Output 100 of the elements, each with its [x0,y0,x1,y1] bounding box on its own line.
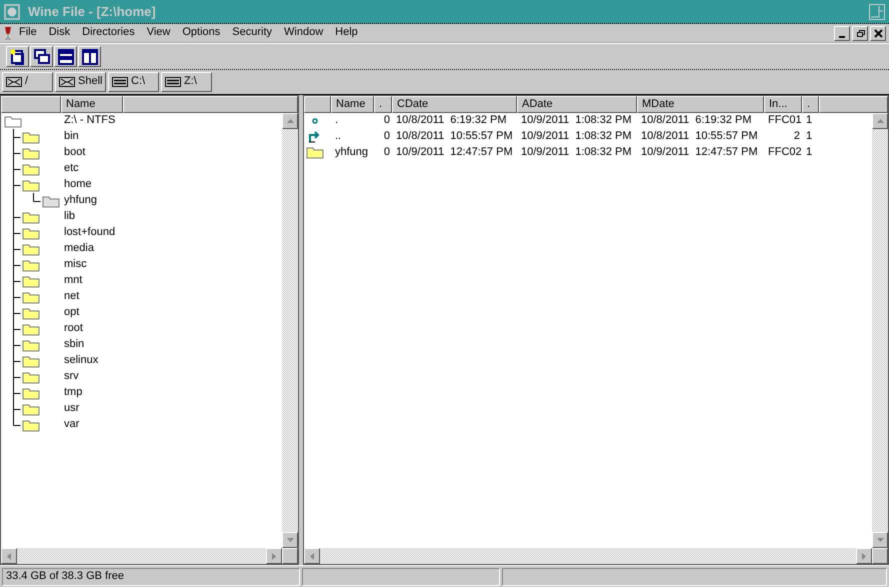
tree-line [13,145,22,161]
table-cell-text: 10/9/2011 1:08:32 PM [520,114,632,128]
tile-vertical-button[interactable] [78,46,101,67]
tree-line [13,273,22,289]
menu-item[interactable]: Disk [42,26,76,40]
tree-item[interactable]: usr [64,402,80,416]
folder-icon [22,338,40,352]
tree-item[interactable]: net [64,290,80,304]
new-window-button[interactable] [6,46,29,67]
table-cell-text: . [334,114,340,128]
wine-glass-icon [3,25,13,41]
tree-item[interactable]: yhfung [64,194,98,208]
tree-line [13,385,22,401]
table-cell-text: 10/8/2011 6:19:32 PM [640,114,752,128]
scroll-right-button[interactable] [856,548,872,564]
right-arrow-icon [272,552,276,560]
minimize-button[interactable] [834,26,850,40]
menu-item[interactable]: View [140,26,176,40]
tree-line [13,225,22,241]
column-header[interactable]: ADate [517,96,637,113]
tree-item[interactable]: srv [64,370,79,384]
drive-button[interactable]: Z:\ [161,72,212,92]
right-arrow-icon [862,552,866,560]
status-text: 33.4 GB of 38.3 GB free [2,568,300,586]
dot-icon [312,118,318,124]
close-button[interactable] [870,26,886,40]
table-cell-text: yhfung [334,146,370,160]
folder-icon [22,274,40,288]
scroll-left-button[interactable] [1,548,17,564]
tree-item[interactable]: etc [64,162,79,176]
menu-item[interactable]: Window [278,26,330,40]
tree-item[interactable]: lost+found [64,226,116,240]
column-header[interactable]: Name [61,96,123,113]
menu-item[interactable]: Directories [76,26,141,40]
folder-icon [22,226,40,240]
folder-icon [42,194,60,208]
table-cell-text: FFC01 [767,114,803,128]
tree-item[interactable]: opt [64,306,80,320]
tree-item[interactable]: misc [64,258,87,272]
tree-item[interactable]: media [64,242,94,256]
table-cell-text: 2 [792,130,801,144]
column-header[interactable]: CDate [392,96,517,113]
tree-item[interactable]: selinux [64,354,98,368]
tree-line [13,129,22,145]
table-cell-text: 10/8/2011 6:19:32 PM [395,114,508,128]
tree-item[interactable]: tmp [64,386,82,400]
tree-item[interactable]: var [64,418,80,432]
folder-icon [22,210,40,224]
folder-icon [22,130,40,144]
tree-item[interactable]: Z:\ - NTFS [64,114,116,128]
column-header[interactable]: MDate [637,96,764,113]
column-header[interactable]: In... [764,96,802,113]
menu-item[interactable]: Help [329,26,364,40]
column-header[interactable]: . [374,96,392,113]
scroll-up-button[interactable] [282,113,298,129]
table-cell-text: 1 [805,146,814,160]
tree-item[interactable]: bin [64,130,79,144]
new-window-icon [8,48,26,66]
folder-icon [22,242,40,256]
tree-item[interactable]: home [64,178,92,192]
table-cell-text: 1 [805,130,814,144]
menu-item[interactable]: Options [176,26,226,40]
table-cell-text: FFC02 [767,146,803,160]
network-drive-icon [6,77,22,87]
table-cell-text: 1 [805,114,814,128]
column-header[interactable]: . [802,96,819,113]
scroll-down-button[interactable] [282,532,298,548]
column-header[interactable]: Name [331,96,374,113]
folder-icon [22,354,40,368]
close-icon [872,26,884,40]
scroll-up-button[interactable] [872,113,888,129]
tree-line [13,257,22,273]
scroll-right-button[interactable] [266,548,282,564]
left-arrow-icon [310,552,314,560]
folder-icon [22,178,40,192]
tree-item[interactable]: boot [64,146,86,160]
table-cell-text: .. [334,130,342,144]
folder-icon [22,386,40,400]
menu-item[interactable]: Security [226,26,278,40]
tile-horizontal-button[interactable] [54,46,77,67]
cascade-icon [32,48,50,66]
tree-item[interactable]: root [64,322,83,336]
cascade-button[interactable] [30,46,53,67]
restore-button[interactable] [852,26,868,40]
drive-button[interactable]: / [2,72,53,92]
menu-item[interactable]: File [13,26,43,40]
minimize-icon [839,36,845,38]
tree-item[interactable]: lib [64,210,76,224]
folder-icon [22,306,40,320]
folder-icon [22,162,40,176]
scroll-down-button[interactable] [872,532,888,548]
tree-line [13,161,22,177]
tile-horizontal-icon [56,48,74,66]
folder-icon [22,258,40,272]
drive-button[interactable]: C:\ [108,72,159,92]
drive-button[interactable]: Shell [55,72,106,92]
up-arrow-icon [876,119,884,123]
tree-item[interactable]: mnt [64,274,82,288]
scroll-left-button[interactable] [304,548,320,564]
tree-item[interactable]: sbin [64,338,84,352]
